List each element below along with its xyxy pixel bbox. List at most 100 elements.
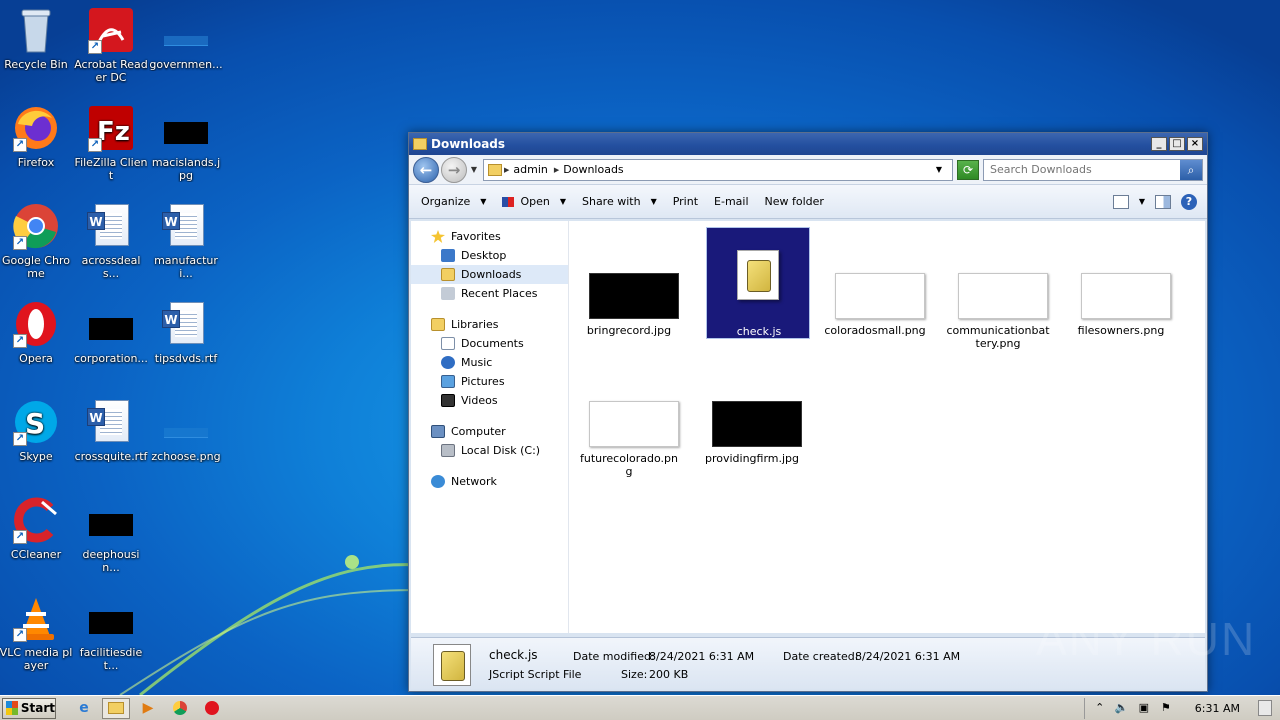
desktop-icon-vlc[interactable]: ↗ VLC media player bbox=[0, 594, 73, 672]
nav-libraries[interactable]: Libraries bbox=[411, 315, 568, 334]
taskbar-internet-explorer[interactable]: e bbox=[70, 698, 98, 719]
file-name: communicationbattery.png bbox=[946, 324, 1050, 350]
search-icon[interactable]: ⌕ bbox=[1180, 159, 1202, 180]
nav-local-disk[interactable]: Local Disk (C:) bbox=[411, 441, 568, 460]
nav-recent-places-label: Recent Places bbox=[461, 287, 538, 300]
nav-pictures[interactable]: Pictures bbox=[411, 372, 568, 391]
file-item[interactable]: bringrecord.jpg bbox=[577, 227, 681, 339]
action-center-flag-icon[interactable]: ⚑ bbox=[1159, 701, 1173, 715]
share-with-menu[interactable]: Share with ▼ bbox=[574, 192, 665, 211]
file-list[interactable]: bringrecord.jpg check.js coloradosmall.p… bbox=[569, 221, 1205, 633]
show-desktop-button[interactable] bbox=[1258, 700, 1272, 716]
help-icon[interactable]: ? bbox=[1181, 193, 1197, 210]
desktop-icon-facilitiesdiet[interactable]: facilitiesdiet... bbox=[74, 594, 148, 672]
refresh-button[interactable]: ⟳ bbox=[957, 159, 979, 180]
organize-menu[interactable]: Organize ▼ bbox=[413, 192, 494, 211]
desktop-icon-filezilla[interactable]: Fz ↗ FileZilla Client bbox=[74, 104, 148, 182]
word-badge-icon: W bbox=[87, 408, 105, 426]
nav-music[interactable]: Music bbox=[411, 353, 568, 372]
search-input[interactable] bbox=[984, 163, 1180, 176]
window-titlebar[interactable]: Downloads _ □ × bbox=[409, 133, 1207, 155]
word-badge-icon: W bbox=[162, 212, 180, 230]
nav-computer[interactable]: Computer bbox=[411, 422, 568, 441]
desktop-icon-deephousin[interactable]: deephousin... bbox=[74, 496, 148, 574]
print-button[interactable]: Print bbox=[665, 192, 706, 211]
chrome-icon bbox=[173, 701, 187, 715]
nav-documents[interactable]: Documents bbox=[411, 334, 568, 353]
search-box[interactable]: ⌕ bbox=[983, 158, 1203, 181]
open-button[interactable]: Open ▼ bbox=[494, 192, 574, 211]
email-button[interactable]: E-mail bbox=[706, 192, 757, 211]
volume-icon[interactable]: 🔈 bbox=[1115, 701, 1129, 715]
file-item-selected[interactable]: check.js bbox=[706, 227, 810, 339]
taskbar-opera[interactable] bbox=[198, 698, 226, 719]
desktop-icon-firefox[interactable]: ↗ Firefox bbox=[0, 104, 73, 169]
system-tray: ⌃ 🔈 ▣ ⚑ 6:31 AM bbox=[1083, 697, 1280, 719]
file-item[interactable]: providingfirm.jpg bbox=[700, 355, 804, 467]
minimize-button[interactable]: _ bbox=[1151, 137, 1167, 151]
explorer-window[interactable]: Downloads _ □ × ← → ▼ ▶ admin ▶ Download… bbox=[408, 132, 1208, 692]
image-thumbnail bbox=[89, 318, 133, 340]
preview-pane-icon[interactable] bbox=[1155, 194, 1171, 209]
recent-places-icon bbox=[441, 287, 455, 300]
clock[interactable]: 6:31 AM bbox=[1195, 702, 1240, 715]
desktop-icon-governmen[interactable]: governmen... bbox=[149, 6, 223, 71]
show-hidden-icons-icon[interactable]: ⌃ bbox=[1093, 701, 1107, 715]
nav-music-label: Music bbox=[461, 356, 493, 369]
chevron-right-icon[interactable]: ▶ bbox=[504, 166, 509, 174]
breadcrumb-downloads[interactable]: Downloads bbox=[563, 163, 623, 176]
desktop-icon-corporation[interactable]: corporation... bbox=[74, 300, 148, 365]
desktop-icon bbox=[441, 249, 455, 262]
chevron-down-icon[interactable]: ▼ bbox=[560, 197, 566, 206]
desktop-icon-acrossdeals[interactable]: W acrossdeals... bbox=[74, 202, 148, 280]
navigation-pane[interactable]: Favorites Desktop Downloads Recent Place… bbox=[411, 221, 569, 633]
desktop-icon-skype[interactable]: S ↗ Skype bbox=[0, 398, 73, 463]
nav-favorites[interactable]: Favorites bbox=[411, 227, 568, 246]
file-item[interactable]: futurecolorado.png bbox=[577, 355, 681, 478]
file-item[interactable]: coloradosmall.png bbox=[823, 227, 927, 339]
taskbar-chrome[interactable] bbox=[166, 698, 194, 719]
desktop-icon-ccleaner[interactable]: ↗ CCleaner bbox=[0, 496, 73, 561]
chevron-down-icon: ▼ bbox=[650, 197, 657, 206]
desktop-icon-tipsdvds[interactable]: W tipsdvds.rtf bbox=[149, 300, 223, 365]
folder-icon bbox=[108, 702, 124, 714]
new-folder-button[interactable]: New folder bbox=[757, 192, 832, 211]
desktop-icon-opera[interactable]: ↗ Opera bbox=[0, 300, 73, 365]
view-dropdown-icon[interactable]: ▼ bbox=[1139, 197, 1145, 206]
media-player-icon: ▶ bbox=[142, 700, 154, 716]
file-item[interactable]: communicationbattery.png bbox=[946, 227, 1050, 350]
nav-downloads[interactable]: Downloads bbox=[411, 265, 568, 284]
change-view-icon[interactable] bbox=[1112, 194, 1129, 209]
breadcrumb-admin[interactable]: admin bbox=[513, 163, 547, 176]
file-name: check.js bbox=[736, 325, 782, 338]
taskbar-media-player[interactable]: ▶ bbox=[134, 698, 162, 719]
chevron-right-icon[interactable]: ▶ bbox=[554, 166, 559, 174]
nav-recent-places[interactable]: Recent Places bbox=[411, 284, 568, 303]
address-dropdown[interactable]: ▼ bbox=[936, 165, 942, 174]
network-tray-icon[interactable]: ▣ bbox=[1137, 701, 1151, 715]
nav-desktop[interactable]: Desktop bbox=[411, 246, 568, 265]
hard-drive-icon bbox=[441, 444, 455, 457]
address-bar[interactable]: ▶ admin ▶ Downloads ▼ bbox=[483, 158, 953, 181]
file-name: providingfirm.jpg bbox=[704, 452, 800, 465]
back-button[interactable]: ← bbox=[413, 156, 439, 183]
desktop-icon-manufacturi[interactable]: W manufacturi... bbox=[149, 202, 223, 280]
desktop-icon-zchoose[interactable]: zchoose.png bbox=[149, 398, 223, 463]
start-button[interactable]: Start bbox=[2, 697, 56, 719]
desktop-icon-macislands[interactable]: macislands.jpg bbox=[149, 104, 223, 182]
file-item[interactable]: filesowners.png bbox=[1069, 227, 1173, 339]
close-button[interactable]: × bbox=[1187, 137, 1203, 151]
forward-button[interactable]: → bbox=[441, 156, 467, 183]
nav-videos[interactable]: Videos bbox=[411, 391, 568, 410]
image-thumbnail bbox=[89, 514, 133, 536]
desktop-icon-crossquite[interactable]: W crossquite.rtf bbox=[74, 398, 148, 463]
desktop-icon-acrobat[interactable]: ↗ Acrobat Reader DC bbox=[74, 6, 148, 84]
nav-network[interactable]: Network bbox=[411, 472, 568, 491]
recent-pages-dropdown[interactable]: ▼ bbox=[469, 165, 479, 174]
desktop-icon-recycle-bin[interactable]: Recycle Bin bbox=[0, 6, 73, 71]
taskbar-explorer[interactable] bbox=[102, 697, 130, 719]
desktop-icon-chrome[interactable]: ↗ Google Chrome bbox=[0, 202, 73, 280]
internet-explorer-icon: e bbox=[79, 700, 89, 716]
new-folder-label: New folder bbox=[764, 195, 824, 208]
maximize-button[interactable]: □ bbox=[1169, 137, 1185, 151]
